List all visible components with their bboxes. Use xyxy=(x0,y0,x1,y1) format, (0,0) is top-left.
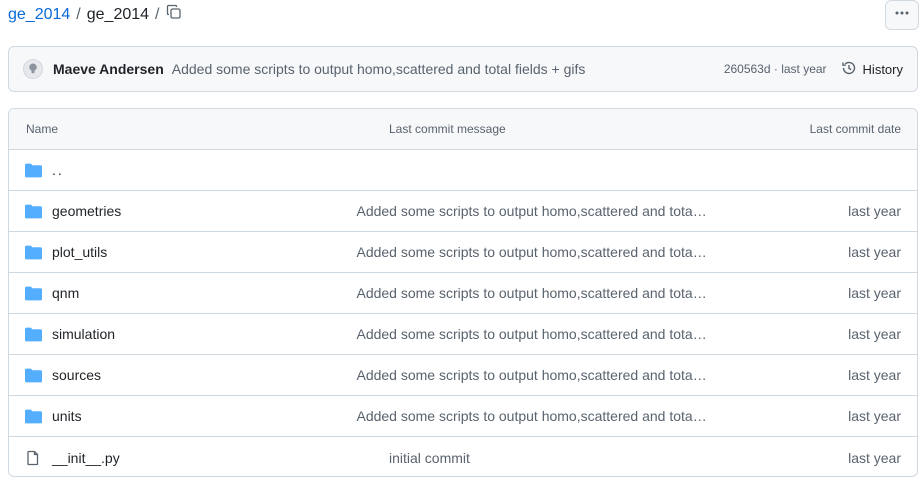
header-name: Name xyxy=(26,122,59,136)
row-commit-message[interactable]: Added some scripts to output homo,scatte… xyxy=(356,203,733,219)
history-button[interactable]: History xyxy=(841,60,903,79)
folder-icon xyxy=(25,203,43,219)
kebab-horizontal-icon xyxy=(894,5,910,26)
history-label: History xyxy=(862,61,903,77)
folder-link[interactable]: simulation xyxy=(52,326,115,342)
folder-icon xyxy=(25,326,43,342)
row-commit-message[interactable]: Added some scripts to output homo,scatte… xyxy=(356,408,733,424)
table-row[interactable]: geometries Added some scripts to output … xyxy=(9,191,917,232)
commit-sha-time[interactable]: 260563d · last year xyxy=(724,62,827,76)
commit-message[interactable]: Added some scripts to output homo,scatte… xyxy=(172,61,724,77)
row-commit-message[interactable]: Added some scripts to output homo,scatte… xyxy=(356,285,733,301)
avatar[interactable] xyxy=(23,59,43,79)
folder-link[interactable]: geometries xyxy=(52,203,121,219)
commit-author[interactable]: Maeve Andersen xyxy=(53,61,164,77)
folder-icon xyxy=(25,408,43,424)
copy-icon xyxy=(166,4,182,25)
table-row[interactable]: simulation Added some scripts to output … xyxy=(9,314,917,355)
github-octocat-icon xyxy=(27,61,39,77)
row-commit-date: last year xyxy=(848,408,901,424)
history-clock-icon xyxy=(841,60,857,79)
folder-icon xyxy=(25,162,43,178)
row-commit-date: last year xyxy=(848,244,901,260)
row-commit-date: last year xyxy=(848,367,901,383)
breadcrumb-trailing-separator: / xyxy=(155,6,160,23)
file-table: Name Last commit message Last commit dat… xyxy=(8,108,918,477)
header-date: Last commit date xyxy=(809,122,901,136)
table-row[interactable]: plot_utils Added some scripts to output … xyxy=(9,232,917,273)
folder-link[interactable]: plot_utils xyxy=(52,244,107,260)
table-row[interactable]: units Added some scripts to output homo,… xyxy=(9,396,917,437)
row-commit-message[interactable]: Added some scripts to output homo,scatte… xyxy=(356,326,733,342)
table-header: Name Last commit message Last commit dat… xyxy=(9,109,917,150)
row-commit-date: last year xyxy=(848,326,901,342)
breadcrumb: ge_2014 / ge_2014 / xyxy=(8,4,166,26)
parent-directory-link[interactable]: .. xyxy=(52,162,64,178)
row-commit-date: last year xyxy=(848,449,901,466)
folder-link[interactable]: qnm xyxy=(52,285,79,301)
folder-link[interactable]: units xyxy=(52,408,82,424)
parent-directory-row[interactable]: .. xyxy=(9,150,917,191)
folder-icon xyxy=(25,367,43,383)
folder-icon xyxy=(25,244,43,260)
breadcrumb-current: ge_2014 xyxy=(86,6,150,23)
table-row[interactable]: __init__.py initial commit last year xyxy=(9,437,917,476)
file-icon xyxy=(25,450,43,466)
folder-link[interactable]: sources xyxy=(52,367,101,383)
copy-path-button[interactable] xyxy=(164,4,184,24)
more-options-button[interactable] xyxy=(885,0,919,30)
row-commit-date: last year xyxy=(848,203,901,219)
row-commit-message[interactable]: Added some scripts to output homo,scatte… xyxy=(356,244,733,260)
table-row[interactable]: sources Added some scripts to output hom… xyxy=(9,355,917,396)
breadcrumb-root-link[interactable]: ge_2014 xyxy=(8,4,70,26)
row-commit-message[interactable]: Added some scripts to output homo,scatte… xyxy=(356,367,733,383)
row-commit-date: last year xyxy=(848,285,901,301)
breadcrumb-separator: / xyxy=(76,6,81,23)
row-commit-message[interactable]: initial commit xyxy=(389,450,717,466)
file-link[interactable]: __init__.py xyxy=(52,450,120,466)
latest-commit-bar: Maeve Andersen Added some scripts to out… xyxy=(8,46,918,92)
table-row[interactable]: qnm Added some scripts to output homo,sc… xyxy=(9,273,917,314)
folder-icon xyxy=(25,285,43,301)
header-message: Last commit message xyxy=(389,122,506,136)
